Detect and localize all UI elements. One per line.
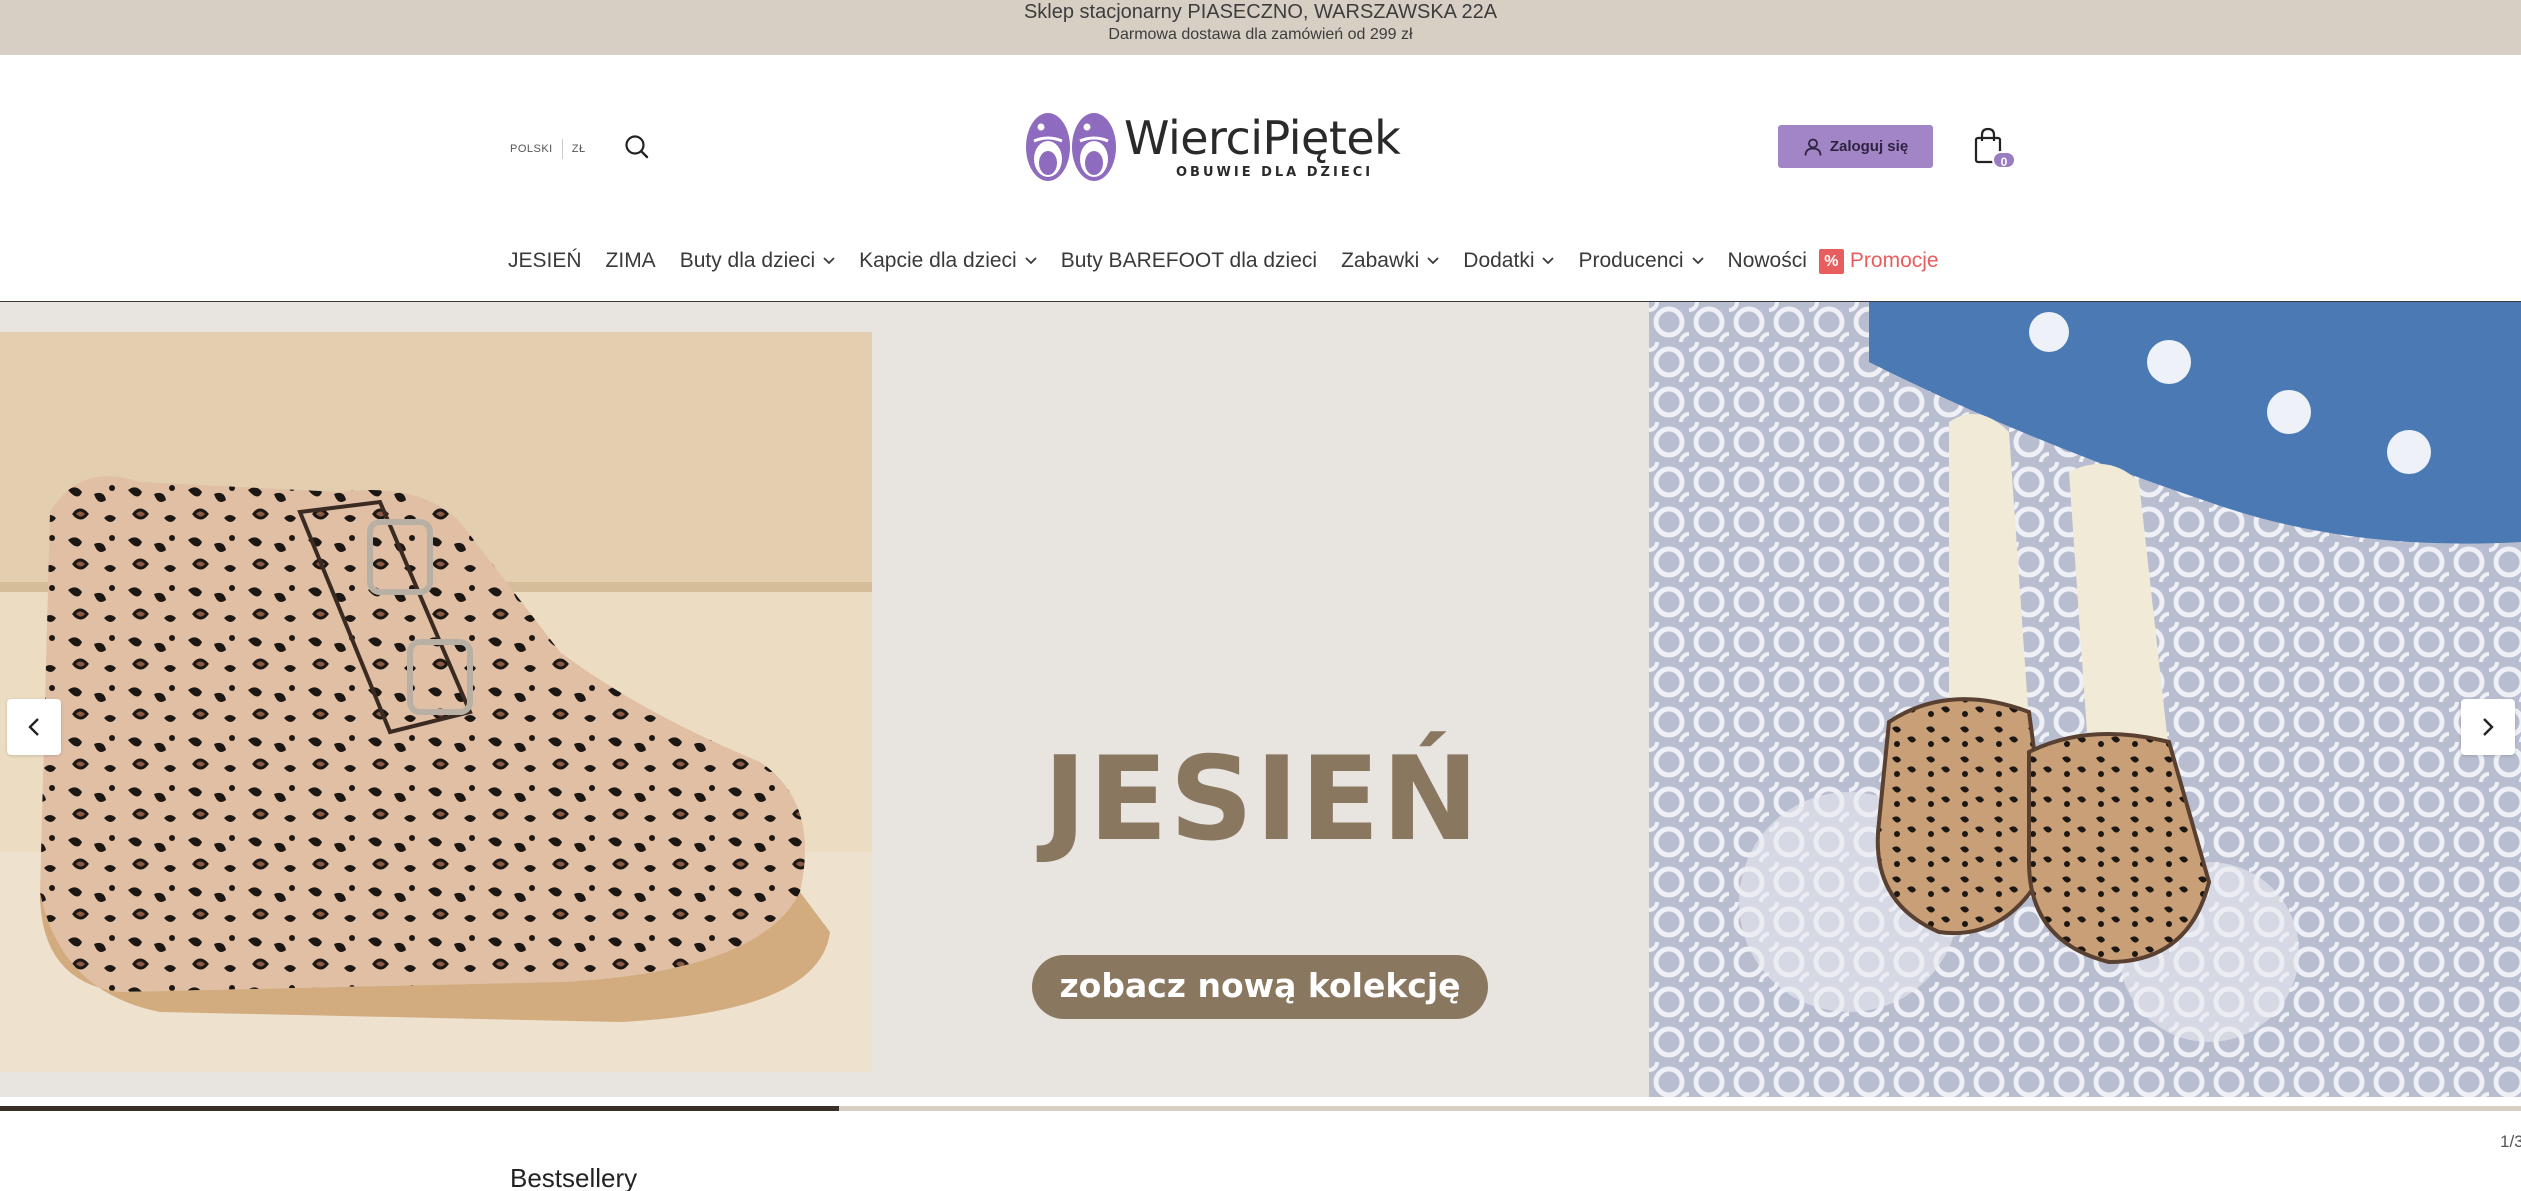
nav-label: JESIEŃ xyxy=(508,249,582,272)
main-navigation: JESIEŃ ZIMA Buty dla dzieci Kapcie dla d… xyxy=(508,241,1939,281)
divider xyxy=(561,139,563,159)
top-info-bar: Sklep stacjonarny PIASECZNO, WARSZAWSKA … xyxy=(0,0,2521,55)
previous-slide-button[interactable] xyxy=(7,699,61,755)
language-label[interactable]: POLSKI xyxy=(510,143,553,155)
nav-label: Dodatki xyxy=(1463,249,1535,272)
nav-label: Kapcie dla dzieci xyxy=(859,249,1017,272)
chevron-down-icon xyxy=(823,257,835,265)
nav-item-buty-barefoot[interactable]: Buty BAREFOOT dla dzieci xyxy=(1061,249,1317,273)
language-currency-switcher[interactable]: POLSKI ZŁ xyxy=(510,139,586,159)
nav-item-jesien[interactable]: JESIEŃ xyxy=(508,249,582,273)
hero-slider: JESIEŃ zobacz nową kolekcję xyxy=(0,302,2521,1097)
nav-item-buty-dla-dzieci[interactable]: Buty dla dzieci xyxy=(680,249,835,273)
nav-item-dodatki[interactable]: Dodatki xyxy=(1463,249,1555,273)
nav-label: Producenci xyxy=(1578,249,1684,272)
nav-label: Zabawki xyxy=(1341,249,1420,272)
next-slide-button[interactable] xyxy=(2461,699,2515,755)
user-icon xyxy=(1804,138,1822,156)
leopard-boots-image xyxy=(0,332,872,1072)
nav-item-promocje[interactable]: % Promocje xyxy=(1818,248,1939,274)
currency-label[interactable]: ZŁ xyxy=(572,143,586,155)
chevron-right-icon xyxy=(2483,718,2494,736)
leopard-boots-illustration xyxy=(0,332,872,1072)
login-label: Zaloguj się xyxy=(1829,138,1909,155)
search-icon xyxy=(625,135,649,159)
percent-icon: % xyxy=(1818,248,1844,274)
login-button[interactable]: Zaloguj się xyxy=(1778,125,1933,168)
slide-counter: 1/3 xyxy=(2500,1132,2521,1151)
site-header: POLSKI ZŁ WierciPiętek OBUWIE DLA DZIECI xyxy=(0,55,2521,302)
cart-button[interactable]: 0 xyxy=(1972,127,2016,171)
site-logo[interactable]: WierciPiętek OBUWIE DLA DZIECI xyxy=(1024,109,1404,185)
store-address-text: Sklep stacjonarny PIASECZNO, WARSZAWSKA … xyxy=(1023,1,1498,23)
slider-progress-bar xyxy=(0,1106,2521,1111)
nav-item-kapcie-dla-dzieci[interactable]: Kapcie dla dzieci xyxy=(859,249,1037,273)
nav-item-zabawki[interactable]: Zabawki xyxy=(1341,249,1439,273)
hero-title: JESIEŃ xyxy=(1043,732,1481,867)
search-button[interactable] xyxy=(622,132,652,162)
chevron-down-icon xyxy=(1025,257,1037,265)
child-leopard-boots-image xyxy=(1649,302,2521,1097)
chevron-down-icon xyxy=(1542,257,1555,265)
bestsellers-heading: Bestsellery xyxy=(510,1163,638,1191)
nav-item-zima[interactable]: ZIMA xyxy=(606,249,656,273)
nav-item-producenci[interactable]: Producenci xyxy=(1578,249,1704,273)
chevron-down-icon xyxy=(1427,257,1439,265)
slider-progress-fill xyxy=(0,1106,840,1111)
nav-label: ZIMA xyxy=(605,249,656,272)
nav-label: Nowości xyxy=(1727,249,1807,272)
free-delivery-text: Darmowa dostawa dla zamówień od 299 zł xyxy=(1108,26,1413,43)
nav-label: Buty BAREFOOT dla dzieci xyxy=(1060,249,1318,272)
see-collection-button[interactable]: zobacz nową kolekcję xyxy=(1032,955,1488,1019)
baby-shoes-logo-icon xyxy=(1026,113,1116,181)
lace-and-boots-illustration xyxy=(1649,302,2521,1097)
nav-item-nowosci[interactable]: Nowości xyxy=(1728,249,1807,273)
chevron-left-icon xyxy=(28,718,39,736)
logo-tagline: OBUWIE DLA DZIECI xyxy=(1176,165,1374,180)
logo-name: WierciPiętek xyxy=(1124,111,1401,165)
chevron-down-icon xyxy=(1691,257,1704,265)
nav-label: Promocje xyxy=(1849,249,1939,272)
cart-count-badge: 0 xyxy=(1992,151,2016,169)
nav-label: Buty dla dzieci xyxy=(679,249,816,272)
